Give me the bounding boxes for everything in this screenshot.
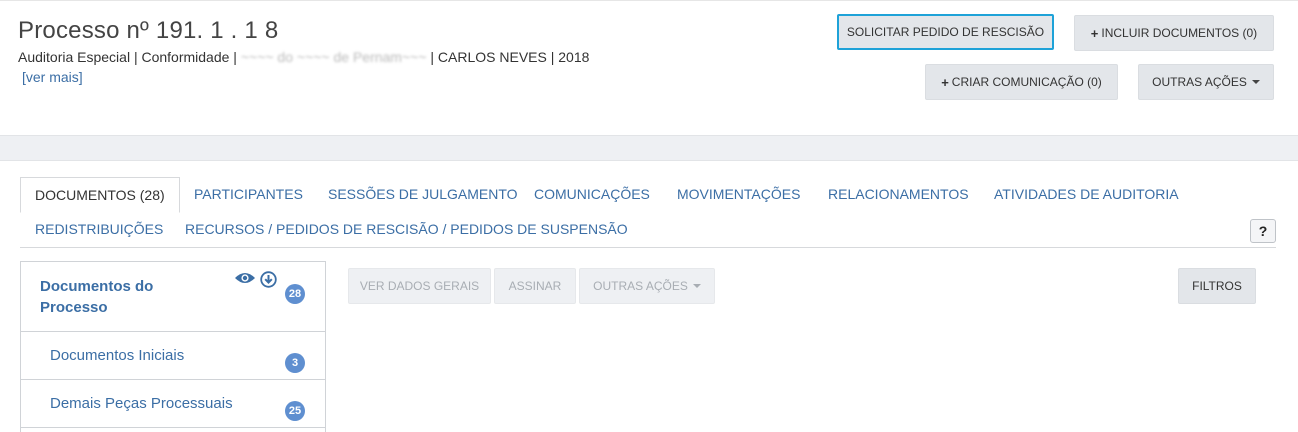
subtitle-part1: Auditoria Especial | Conformidade | [18, 49, 237, 65]
count-badge: 3 [285, 353, 305, 373]
outras-acoes-label: OUTRAS AÇÕES [1152, 75, 1247, 89]
plus-icon: + [1090, 25, 1099, 41]
solicitar-rescisao-label: SOLICITAR PEDIDO DE RESCISÃO [846, 25, 1045, 39]
caret-down-icon [1251, 80, 1260, 84]
tab-documentos[interactable]: DOCUMENTOS (28) [20, 177, 180, 213]
tree-item-label: Documentos Iniciais [50, 347, 185, 364]
criar-comunicacao-label: CRIAR COMUNICAÇÃO (0) [951, 75, 1102, 89]
tree-item-documentos-iniciais[interactable]: Documentos Iniciais 3 [21, 332, 325, 380]
tree-head-line1: Documentos do [40, 278, 154, 295]
help-button[interactable]: ? [1250, 219, 1276, 243]
ver-dados-gerais-button[interactable]: VER DADOS GERAIS [348, 268, 491, 304]
toolbar-outras-acoes-label: OUTRAS AÇÕES [593, 279, 688, 293]
tree-item-documentos-processo[interactable]: Documentos do Processo 28 [21, 262, 325, 332]
tab-relacionamentos[interactable]: RELACIONAMENTOS [828, 186, 969, 202]
filtros-label: FILTROS [1192, 279, 1242, 293]
plus-icon: + [941, 74, 949, 90]
solicitar-rescisao-button[interactable]: SOLICITAR PEDIDO DE RESCISÃO [837, 14, 1054, 50]
count-badge: 28 [285, 284, 305, 304]
tree-head-line2: Processo [40, 299, 108, 316]
tab-recursos-pedidos[interactable]: RECURSOS / PEDIDOS DE RESCISÃO / PEDIDOS… [185, 221, 628, 237]
tab-sessoes-julgamento[interactable]: SESSÕES DE JULGAMENTO [328, 186, 518, 202]
download-icon[interactable] [260, 271, 277, 293]
tree-head-label: Documentos do Processo [40, 276, 153, 318]
tab-participantes[interactable]: PARTICIPANTES [194, 186, 303, 202]
caret-down-icon [692, 284, 701, 288]
subtitle-part2: | CARLOS NEVES | 2018 [430, 49, 590, 65]
process-header: Processo nº 191. 1 . 1 8 Auditoria Espec… [0, 0, 1298, 135]
tab-comunicacoes[interactable]: COMUNICAÇÕES [534, 186, 650, 202]
criar-comunicacao-button[interactable]: + CRIAR COMUNICAÇÃO (0) [925, 64, 1118, 100]
tab-redistribuicoes[interactable]: REDISTRIBUIÇÕES [35, 221, 163, 237]
count-badge: 25 [285, 401, 305, 421]
tab-bar: DOCUMENTOS (28) PARTICIPANTES SESSÕES DE… [20, 177, 1276, 248]
tab-atividades-auditoria[interactable]: ATIVIDADES DE AUDITORIA [994, 186, 1179, 202]
toolbar-outras-acoes-dropdown[interactable]: OUTRAS AÇÕES [579, 268, 715, 304]
outras-acoes-dropdown[interactable]: OUTRAS AÇÕES [1138, 64, 1274, 100]
filtros-button[interactable]: FILTROS [1178, 268, 1256, 304]
document-tree: Documentos do Processo 28 Documentos Ini… [20, 261, 326, 432]
ver-mais-link[interactable]: [ver mais] [22, 69, 83, 85]
incluir-documentos-label: INCLUIR DOCUMENTOS (0) [1101, 26, 1258, 40]
ver-dados-gerais-label: VER DADOS GERAIS [359, 279, 480, 293]
subtitle-redacted: ~~~~ do ~~~~ de Pernam~~~ [236, 49, 431, 65]
tree-item-label: Demais Peças Processuais [50, 395, 233, 412]
tree-item-demais-pecas[interactable]: Demais Peças Processuais 25 [21, 380, 325, 428]
eye-icon[interactable] [234, 271, 256, 290]
page-title: Processo nº 191. 1 . 1 8 [18, 17, 279, 44]
divider-band [0, 135, 1298, 161]
assinar-button[interactable]: ASSINAR [494, 268, 576, 304]
tab-movimentacoes[interactable]: MOVIMENTAÇÕES [677, 186, 800, 202]
assinar-label: ASSINAR [508, 279, 562, 293]
process-subtitle: Auditoria Especial | Conformidade | ~~~~… [18, 49, 589, 65]
incluir-documentos-button[interactable]: + INCLUIR DOCUMENTOS (0) [1074, 15, 1274, 51]
